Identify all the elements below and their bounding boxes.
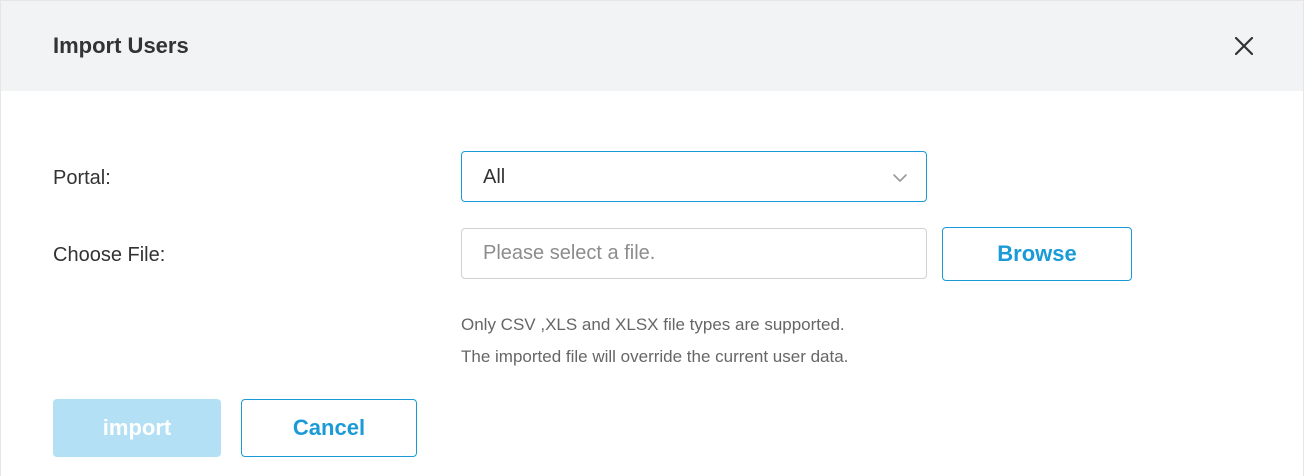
file-type-hint: Only CSV ,XLS and XLSX file types are su… <box>461 315 845 334</box>
browse-button[interactable]: Browse <box>942 227 1132 281</box>
dialog-header: Import Users <box>1 1 1303 91</box>
portal-select[interactable]: All <box>461 151 927 202</box>
portal-label: Portal: <box>53 167 111 189</box>
chevron-down-icon <box>892 171 908 183</box>
close-icon[interactable] <box>1233 35 1255 57</box>
file-path-input[interactable] <box>461 228 927 279</box>
dialog-title: Import Users <box>53 33 189 58</box>
choose-file-label: Choose File: <box>53 244 166 266</box>
cancel-button[interactable]: Cancel <box>241 399 417 457</box>
portal-selected-value: All <box>483 166 506 188</box>
override-warning-hint: The imported file will override the curr… <box>461 347 849 366</box>
import-button[interactable]: import <box>53 399 221 457</box>
import-users-dialog: Import Users Portal: All Choose File: Br… <box>0 0 1304 476</box>
